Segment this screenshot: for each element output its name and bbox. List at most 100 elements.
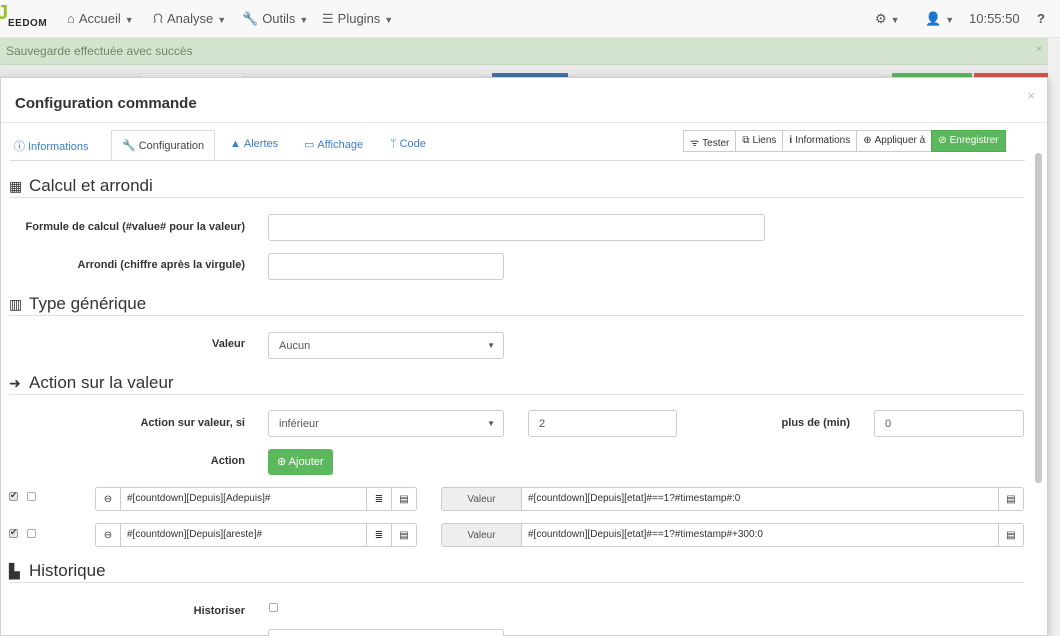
home-icon: ⌂ bbox=[67, 11, 75, 26]
arrondi-label: Arrondi (chiffre après la virgule) bbox=[77, 259, 245, 271]
liens-label: Liens bbox=[752, 135, 777, 146]
section-divider bbox=[9, 315, 1024, 316]
modal-scrollbar[interactable] bbox=[1035, 153, 1042, 483]
historique-mode-select[interactable] bbox=[268, 629, 504, 636]
tab-affichage[interactable]: ▭ Affichage bbox=[304, 130, 363, 161]
action-enable-checkbox[interactable] bbox=[9, 490, 18, 501]
type-generique-select[interactable]: Aucun ▼ bbox=[268, 332, 504, 359]
action-command-input[interactable]: #[countdown][Depuis][areste]# bbox=[121, 524, 366, 546]
caret-down-icon: ▼ bbox=[299, 14, 309, 25]
list-alt-icon[interactable]: ≣ bbox=[366, 488, 391, 510]
plus-de-label: plus de (min) bbox=[781, 417, 850, 429]
action-button-group: ᯤ Tester ⧉ Liens i Informations ⊕ Appliquer … bbox=[683, 130, 1006, 152]
action-background-checkbox[interactable] bbox=[27, 529, 36, 538]
caret-down-icon: ▼ bbox=[890, 14, 900, 25]
table-icon: ▦ bbox=[9, 178, 23, 194]
success-alert: Sauvegarde effectuée avec succès × bbox=[0, 38, 1048, 65]
list-select-icon[interactable]: ▤ bbox=[391, 488, 416, 510]
list-select-icon[interactable]: ▤ bbox=[391, 524, 416, 546]
formule-label: Formule de calcul (#value# pour la valeu… bbox=[25, 221, 245, 233]
remove-action-icon[interactable]: ⊖ bbox=[96, 488, 121, 510]
informations-label: Informations bbox=[795, 135, 851, 146]
list-select-icon[interactable]: ▤ bbox=[998, 524, 1023, 546]
top-navbar: J EEDOM ⌂ Accueil ▼ ᙁ Analyse ▼ 🔧 Outils ▼ ☰ Pl… bbox=[0, 0, 1060, 38]
tab-informations[interactable]: ⓘ Informations bbox=[14, 130, 89, 161]
valeur-addon-label: Valeur bbox=[442, 524, 522, 546]
section-divider bbox=[9, 394, 1024, 395]
section-title-text: Type générique bbox=[29, 294, 147, 313]
action-value-input[interactable]: #[countdown][Depuis][etat]#==1?#timestam… bbox=[522, 488, 998, 510]
action-value-group: Valeur #[countdown][Depuis][etat]#==1?#t… bbox=[441, 487, 1024, 511]
tab-label: Code bbox=[399, 138, 426, 150]
modal-close-icon[interactable]: × bbox=[1027, 88, 1035, 103]
nav-plugins[interactable]: ☰ Plugins ▼ bbox=[322, 11, 393, 27]
remove-action-icon[interactable]: ⊖ bbox=[96, 524, 121, 546]
enregistrer-button[interactable]: ⊘ Enregistrer bbox=[931, 130, 1006, 152]
action-command-input[interactable]: #[countdown][Depuis][Adepuis]# bbox=[121, 488, 366, 510]
alert-close-icon[interactable]: × bbox=[1036, 44, 1042, 55]
action-value-group: Valeur #[countdown][Depuis][etat]#==1?#t… bbox=[441, 523, 1024, 547]
logo-text: EEDOM bbox=[8, 18, 48, 29]
nav-settings-menu[interactable]: ⚙ ▼ bbox=[875, 11, 900, 27]
modal-header-divider bbox=[1, 122, 1049, 123]
nav-analyse[interactable]: ᙁ Analyse ▼ bbox=[153, 11, 226, 27]
desktop-icon: ▭ bbox=[304, 139, 315, 151]
stethoscope-icon: ᙁ bbox=[153, 11, 164, 26]
code-branch-icon: ᛘ bbox=[390, 138, 397, 150]
ajouter-button[interactable]: ⊕ Ajouter bbox=[268, 449, 333, 475]
section-action-title: ➜ Action sur la valeur bbox=[9, 373, 174, 393]
action-background-checkbox[interactable] bbox=[27, 492, 36, 501]
tab-code[interactable]: ᛘ Code bbox=[390, 130, 426, 161]
section-title-text: Action sur la valeur bbox=[29, 373, 174, 392]
valeur-label: Valeur bbox=[211, 338, 245, 350]
list-alt-icon[interactable]: ≣ bbox=[366, 524, 391, 546]
section-title-text: Calcul et arrondi bbox=[29, 176, 153, 195]
formule-input[interactable] bbox=[268, 214, 765, 241]
caret-down-icon: ▼ bbox=[217, 14, 227, 25]
liens-button[interactable]: ⧉ Liens bbox=[735, 130, 784, 152]
tab-label: Configuration bbox=[138, 140, 205, 152]
nav-accueil-label: Accueil bbox=[78, 11, 121, 26]
ajouter-label: Ajouter bbox=[288, 456, 324, 468]
bar-chart-icon: ▙ bbox=[9, 563, 20, 579]
caret-down-icon: ▼ bbox=[124, 14, 134, 25]
enregistrer-label: Enregistrer bbox=[949, 135, 999, 146]
appliquer-button[interactable]: ⊕ Appliquer à bbox=[856, 130, 933, 152]
list-select-icon[interactable]: ▤ bbox=[998, 488, 1023, 510]
arrondi-input[interactable] bbox=[268, 253, 504, 280]
action-command-group: ⊖ #[countdown][Depuis][areste]# ≣ ▤ bbox=[95, 523, 417, 547]
tab-configuration[interactable]: 🔧 Configuration bbox=[111, 130, 216, 161]
threshold-input[interactable]: 2 bbox=[528, 410, 677, 437]
tester-button[interactable]: ᯤ Tester bbox=[683, 130, 737, 152]
tab-label: Alertes bbox=[243, 138, 279, 150]
caret-down-icon: ▼ bbox=[945, 14, 955, 25]
nav-clock: 10:55:50 bbox=[969, 11, 1020, 26]
section-type-generique-title: ▥ Type générique bbox=[9, 294, 146, 314]
nav-outils[interactable]: 🔧 Outils ▼ bbox=[242, 11, 308, 27]
sitemap-icon: ⧉ bbox=[742, 135, 750, 146]
select-arrow-icon: ▼ bbox=[487, 419, 495, 428]
page-scrollbar[interactable] bbox=[1048, 38, 1060, 636]
action-value-input[interactable]: #[countdown][Depuis][etat]#==1?#timestam… bbox=[522, 524, 998, 546]
warning-icon: ▲ bbox=[230, 138, 241, 150]
info-circle-icon: ⓘ bbox=[14, 141, 25, 153]
historiser-label: Historiser bbox=[193, 605, 245, 617]
section-calcul-title: ▦ Calcul et arrondi bbox=[9, 176, 153, 196]
tab-alertes[interactable]: ▲ Alertes bbox=[230, 130, 278, 161]
help-icon[interactable]: ? bbox=[1037, 11, 1045, 26]
plus-circle-icon: ⊕ bbox=[277, 456, 287, 468]
info-icon: i bbox=[789, 135, 793, 146]
section-divider bbox=[9, 197, 1024, 198]
action-enable-checkbox[interactable] bbox=[9, 527, 18, 538]
operator-select[interactable]: inférieur ▼ bbox=[268, 410, 504, 437]
nav-accueil[interactable]: ⌂ Accueil ▼ bbox=[67, 11, 134, 26]
historiser-checkbox[interactable] bbox=[269, 603, 278, 612]
section-title-text: Historique bbox=[29, 561, 106, 580]
sign-in-icon: ➜ bbox=[9, 375, 21, 391]
appliquer-label: Appliquer à bbox=[874, 135, 926, 146]
nav-user-menu[interactable]: 👤 ▼ bbox=[925, 11, 954, 27]
plus-de-input[interactable]: 0 bbox=[874, 410, 1024, 437]
logo-mark: J bbox=[0, 2, 9, 24]
alert-message: Sauvegarde effectuée avec succès bbox=[6, 44, 193, 58]
informations-button[interactable]: i Informations bbox=[782, 130, 858, 152]
